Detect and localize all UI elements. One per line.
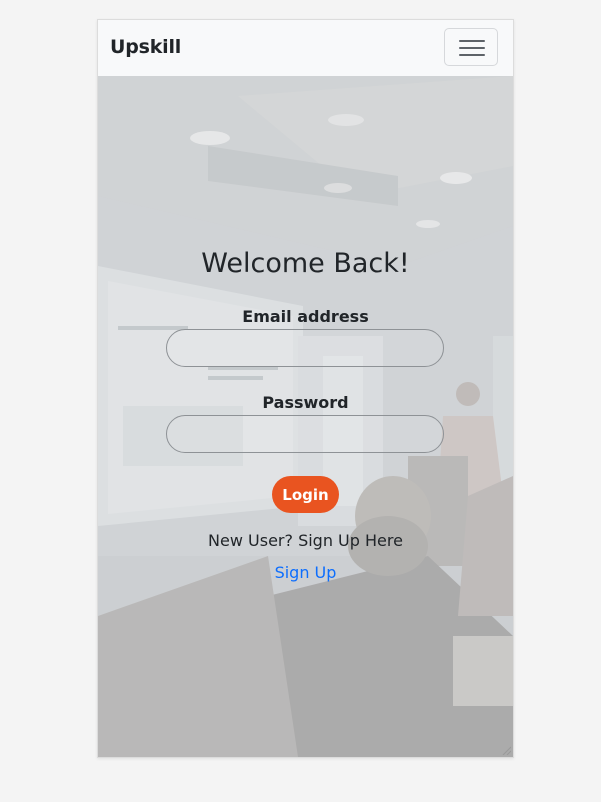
- app-window: Upskill Welcome Back! Email address Pass…: [97, 19, 514, 758]
- signup-prompt: New User? Sign Up Here: [208, 531, 403, 550]
- resize-grip-icon[interactable]: [501, 745, 511, 755]
- password-field[interactable]: [166, 415, 444, 453]
- signup-link[interactable]: Sign Up: [98, 563, 513, 582]
- navbar-toggler-button[interactable]: [444, 28, 498, 66]
- login-hero: Welcome Back! Email address Password Log…: [98, 76, 513, 757]
- email-label: Email address: [242, 307, 369, 326]
- password-label: Password: [262, 393, 349, 412]
- navbar: Upskill: [98, 20, 513, 77]
- login-button[interactable]: Login: [272, 476, 339, 513]
- page-title: Welcome Back!: [201, 248, 410, 279]
- brand-logo[interactable]: Upskill: [110, 36, 181, 58]
- email-field[interactable]: [166, 329, 444, 367]
